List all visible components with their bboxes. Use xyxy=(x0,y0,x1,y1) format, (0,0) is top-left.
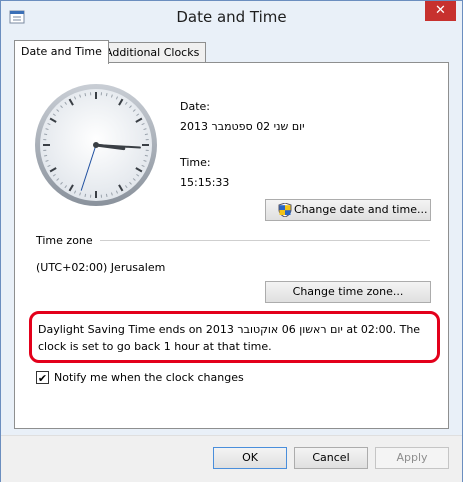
notify-checkbox[interactable]: ✔ xyxy=(36,371,49,385)
clock-minute-tick xyxy=(105,193,108,197)
change-time-zone-button[interactable]: Change time zone... xyxy=(265,281,431,303)
tab-date-and-time[interactable]: Date and Time xyxy=(14,40,109,64)
time-zone-heading: Time zone xyxy=(36,234,93,247)
time-zone-value: (UTC+02:00) Jerusalem xyxy=(36,261,166,274)
notify-checkbox-label[interactable]: Notify me when the clock changes xyxy=(54,371,244,384)
clock-minute-tick xyxy=(105,93,108,97)
title-bar: Date and Time ✕ xyxy=(1,1,462,33)
clock-minute-tick xyxy=(44,154,48,157)
ok-button[interactable]: OK xyxy=(213,447,287,469)
change-date-time-label: Change date and time... xyxy=(294,203,428,216)
change-date-time-button[interactable]: Change date and time... xyxy=(265,199,431,221)
clock-center xyxy=(93,142,99,148)
clock-minute-tick xyxy=(44,133,48,136)
time-value: 15:15:33 xyxy=(180,176,230,189)
date-label: Date: xyxy=(180,100,210,113)
dst-notice: Daylight Saving Time ends on יום ראשון 0… xyxy=(38,323,421,353)
clock-minute-tick xyxy=(84,193,87,197)
close-button[interactable]: ✕ xyxy=(425,1,456,21)
date-value: יום שני 02 ספטמבר 2013 xyxy=(180,120,305,133)
tab-additional-clocks[interactable]: Additional Clocks xyxy=(98,42,207,63)
time-label: Time: xyxy=(180,156,211,169)
analog-clock xyxy=(35,84,157,206)
time-zone-divider xyxy=(100,240,430,241)
cancel-button[interactable]: Cancel xyxy=(294,447,368,469)
window-title: Date and Time xyxy=(176,8,287,26)
clock-minute-tick xyxy=(84,93,87,97)
uac-shield-icon xyxy=(278,203,292,217)
apply-button[interactable]: Apply xyxy=(375,447,449,469)
date-time-dialog: Date and Time ✕ Date and Time Additional… xyxy=(0,0,463,482)
clock-minute-tick xyxy=(144,154,148,157)
clock-minute-tick xyxy=(144,133,148,136)
